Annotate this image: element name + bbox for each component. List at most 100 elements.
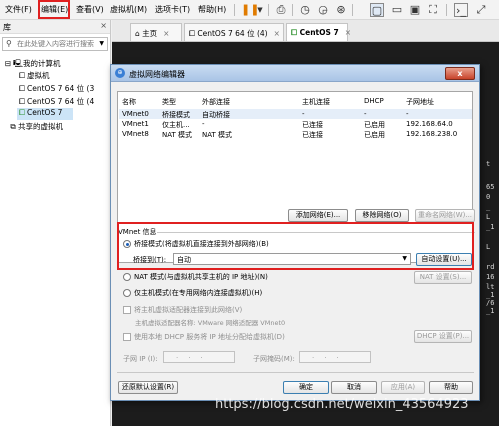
tab-centos-4[interactable]: ⧠ CentOS 7 64 位 (4) × — [184, 23, 284, 41]
table-cell: 已连接 — [302, 131, 323, 139]
close-icon[interactable]: × — [163, 29, 169, 38]
revert-snapshot-icon[interactable]: ◶ — [316, 3, 330, 17]
table-cell: 仅主机... — [162, 121, 190, 129]
nat-mode-label[interactable]: NAT 模式(与虚拟机共享主机的 IP 地址)(N) — [134, 272, 268, 282]
connect-adapter-label[interactable]: 将主机虚拟适配器连接到此网络(V) — [134, 305, 242, 315]
table-cell: 已连接 — [302, 121, 323, 129]
terminal-text: t — [486, 160, 491, 168]
watermark-text: https://blog.csdn.net/weixin_43564923 — [215, 397, 469, 412]
dropdown-icon[interactable]: ▼ — [256, 6, 264, 20]
connect-adapter-checkbox[interactable] — [123, 306, 131, 314]
cancel-button[interactable]: 取消 — [331, 381, 377, 394]
console-view-icon[interactable]: ▢ — [370, 3, 384, 17]
toolbar-separator — [234, 4, 235, 16]
highlight-edit-menu — [38, 0, 70, 19]
menu-tabs[interactable]: 选项卡(T) — [155, 4, 190, 15]
split-view-icon[interactable]: ▣ — [408, 3, 422, 17]
col-header-subnet[interactable]: 子网地址 — [406, 97, 434, 107]
tab-centos7[interactable]: ⧠ CentOS 7 × — [286, 23, 351, 41]
library-search[interactable]: ⚲ ▼ — [2, 37, 108, 51]
send-keys-icon[interactable]: ⎙ — [274, 3, 288, 17]
table-cell: 192.168.64.0 — [406, 120, 453, 128]
menu-vm[interactable]: 虚拟机(M) — [110, 4, 147, 15]
dhcp-settings-button[interactable]: DHCP 设置(P)... — [414, 330, 472, 343]
terminal-icon[interactable]: ›_ — [454, 3, 468, 17]
tree-item-centos7[interactable]: ⧠ CentOS 7 — [17, 108, 73, 120]
tab-home[interactable]: ⌂ 主页 × — [130, 23, 182, 41]
col-header-host[interactable]: 主机连接 — [302, 97, 330, 107]
host-only-radio[interactable] — [123, 289, 131, 297]
menu-file[interactable]: 文件(F) — [5, 4, 32, 15]
close-icon[interactable]: × — [274, 29, 280, 38]
pause-icon[interactable]: ❚❚ — [241, 3, 259, 17]
terminal-text: _1 — [486, 291, 495, 299]
col-header-type[interactable]: 类型 — [162, 97, 176, 107]
toolbar-separator — [268, 4, 269, 16]
snapshot-icon[interactable]: ◷ — [298, 3, 312, 17]
tree-item-centos-4[interactable]: ⧠ CentOS 7 64 位 (4 — [17, 96, 94, 108]
toolbar-separator — [446, 4, 447, 16]
nat-mode-radio[interactable] — [123, 273, 131, 281]
dialog-close-button[interactable]: x — [445, 67, 475, 80]
menu-bar: 文件(F) 编辑(E) 查看(V) 虚拟机(M) 选项卡(T) 帮助(H) ❚❚… — [0, 0, 499, 20]
fit-window-icon[interactable]: ⤢ — [474, 3, 488, 17]
fullscreen-icon[interactable]: ⛶ — [426, 3, 440, 17]
dialog-title: 虚拟网络编辑器 — [129, 70, 185, 79]
menu-view[interactable]: 查看(V) — [76, 4, 104, 15]
tree-item-centos-3[interactable]: ⧠ CentOS 7 64 位 (3 — [17, 83, 94, 95]
terminal-text: /6 — [486, 299, 495, 307]
terminal-text: _1 — [486, 307, 495, 315]
library-close-icon[interactable]: × — [100, 21, 107, 30]
tree-item-shared-vms[interactable]: ⧉ 共享的虚拟机 — [8, 121, 63, 133]
add-network-button[interactable]: 添加网络(E)... — [288, 209, 348, 222]
close-icon[interactable]: × — [345, 28, 351, 37]
manage-snapshots-icon[interactable]: ⊛ — [334, 3, 348, 17]
col-header-external[interactable]: 外部连接 — [202, 97, 230, 107]
virtual-network-editor-dialog: ⊕ 虚拟网络编辑器 x 名称 类型 外部连接 主机连接 DHCP 子网地址 VM… — [110, 64, 480, 401]
group-divider — [117, 372, 474, 373]
table-cell: VMnet8 — [122, 130, 149, 138]
table-cell: - — [364, 110, 367, 118]
dialog-titlebar[interactable]: ⊕ 虚拟网络编辑器 x — [111, 65, 479, 82]
restore-defaults-button[interactable]: 还原默认设置(R) — [118, 381, 178, 394]
tree-label: 虚拟机 — [27, 71, 50, 80]
use-dhcp-label[interactable]: 使用本地 DHCP 服务将 IP 地址分配给虚拟机(D) — [134, 332, 285, 342]
help-button[interactable]: 帮助 — [429, 381, 473, 394]
chevron-down-icon[interactable]: ▼ — [99, 40, 104, 47]
host-only-label[interactable]: 仅主机模式(在专用网络内连接虚拟机)(H) — [134, 288, 262, 298]
table-cell: - — [406, 110, 409, 118]
rename-network-button[interactable]: 重命名网络(W)... — [415, 209, 475, 222]
ok-button[interactable]: 确定 — [283, 381, 329, 394]
tree-item-my-computer[interactable]: ⊟ 🖳我的计算机 — [3, 58, 61, 70]
apply-button[interactable]: 应用(A) — [381, 381, 425, 394]
terminal-text: 65 — [486, 183, 495, 191]
library-title: 库 — [3, 23, 11, 32]
table-cell: 桥接模式 — [162, 111, 190, 119]
tab-label: CentOS 7 — [299, 28, 339, 37]
terminal-text: _1 — [486, 223, 495, 231]
terminal-text: L — [486, 213, 491, 221]
vm-icon: ⧠ — [19, 97, 25, 106]
tab-label: CentOS 7 64 位 (4) — [197, 29, 268, 38]
tree-label: 我的计算机 — [23, 59, 61, 68]
single-window-icon[interactable]: ▭ — [390, 3, 404, 17]
subnet-mask-label: 子网掩码(M): — [253, 355, 295, 363]
tree-label: CentOS 7 — [27, 108, 63, 117]
nat-settings-button[interactable]: NAT 设置(S)... — [414, 271, 472, 284]
col-header-name[interactable]: 名称 — [122, 97, 136, 107]
subnet-ip-field[interactable]: ... — [163, 351, 235, 363]
tree-item-vm[interactable]: ⧠ 虚拟机 — [17, 70, 50, 82]
col-header-dhcp[interactable]: DHCP — [364, 97, 384, 105]
table-cell: VMnet1 — [122, 120, 149, 128]
search-icon: ⚲ — [6, 39, 12, 48]
library-search-input[interactable] — [17, 39, 97, 49]
remove-network-button[interactable]: 移除网络(O) — [355, 209, 409, 222]
terminal-text: 0 — [486, 193, 491, 201]
use-dhcp-checkbox[interactable] — [123, 333, 131, 341]
collapse-icon[interactable]: ⊟ — [3, 59, 13, 68]
tab-bar: ⌂ 主页 × ⧠ CentOS 7 64 位 (4) × ⧠ CentOS 7 × — [112, 20, 499, 42]
network-editor-icon: ⊕ — [115, 68, 125, 78]
subnet-mask-field[interactable]: ... — [299, 351, 371, 363]
library-panel: 库 × ⚲ ▼ ⊟🖳我的计算机 ⧠虚拟机 ⧠CentOS 7 64 位 (3 ⧠… — [0, 20, 111, 426]
menu-help[interactable]: 帮助(H) — [198, 4, 226, 15]
